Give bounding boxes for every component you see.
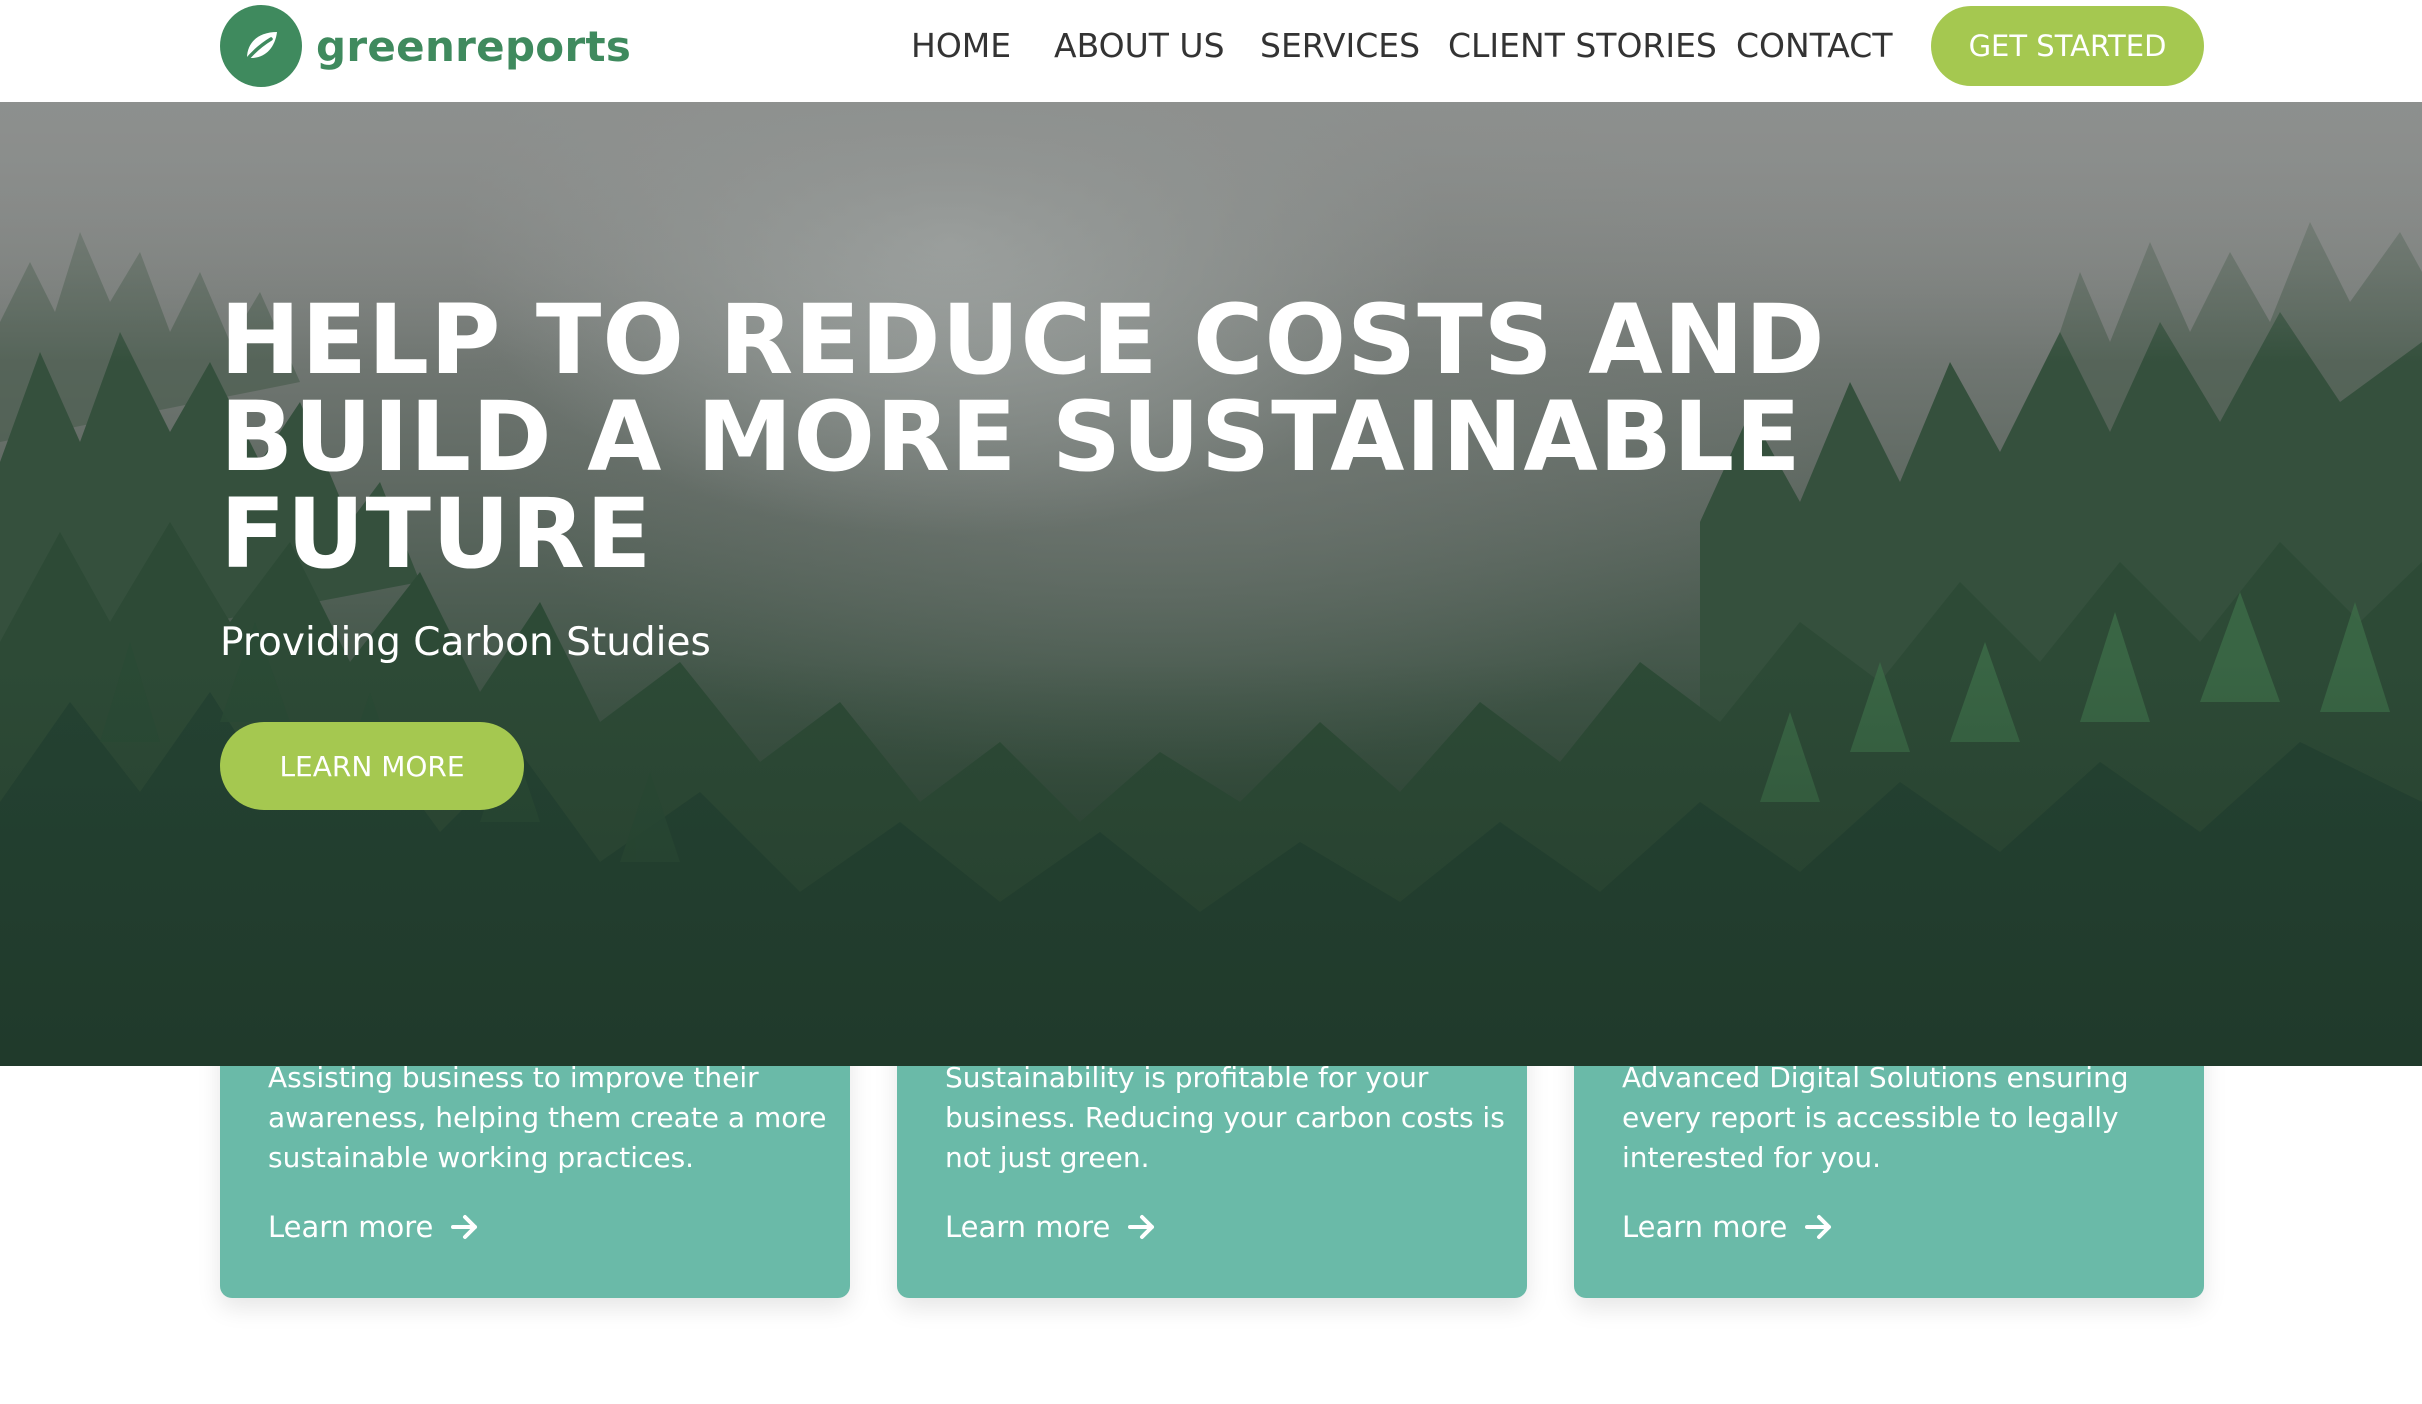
feature-card-text: Sustainability is profitable for your bu… bbox=[945, 1058, 1505, 1178]
nav-client-stories[interactable]: CLIENT STORIES bbox=[1448, 22, 1717, 70]
arrow-right-icon bbox=[451, 1214, 479, 1240]
nav-about-us[interactable]: ABOUT US bbox=[1054, 22, 1225, 70]
get-started-button[interactable]: GET STARTED bbox=[1931, 6, 2204, 86]
site-header: greenreports HOME ABOUT US SERVICES CLIE… bbox=[0, 0, 2422, 102]
feature-card-line: awareness, helping them create a more bbox=[268, 1101, 827, 1134]
learn-more-button[interactable]: LEARN MORE bbox=[220, 722, 524, 810]
hero-title: HELP TO REDUCE COSTS AND BUILD A MORE SU… bbox=[220, 284, 1826, 590]
feature-card-text: Assisting business to improve their awar… bbox=[268, 1058, 828, 1178]
hero-title-line: FUTURE bbox=[220, 478, 653, 590]
nav-contact[interactable]: CONTACT bbox=[1736, 22, 1893, 70]
feature-card-line: business. Reducing your carbon costs is bbox=[945, 1101, 1505, 1134]
feature-card-line: not just green. bbox=[945, 1141, 1150, 1174]
feature-card-line: interested for you. bbox=[1622, 1141, 1882, 1174]
nav-services[interactable]: SERVICES bbox=[1260, 22, 1420, 70]
feature-card-text: Advanced Digital Solutions ensuring ever… bbox=[1622, 1058, 2182, 1178]
learn-more-link-label: Learn more bbox=[1622, 1210, 1788, 1244]
arrow-right-icon bbox=[1805, 1214, 1833, 1240]
learn-more-link-label: Learn more bbox=[945, 1210, 1111, 1244]
hero-section: HELP TO REDUCE COSTS AND BUILD A MORE SU… bbox=[0, 102, 2422, 1066]
hero-subtitle: Providing Carbon Studies bbox=[220, 620, 711, 665]
hero-title-line: HELP TO REDUCE COSTS AND bbox=[220, 284, 1826, 396]
learn-more-link-label: Learn more bbox=[268, 1210, 434, 1244]
hero-title-line: BUILD A MORE SUSTAINABLE bbox=[220, 381, 1802, 493]
leaf-icon bbox=[220, 5, 302, 87]
logo[interactable]: greenreports bbox=[220, 5, 631, 87]
feature-card-line: every report is accessible to legally bbox=[1622, 1101, 2119, 1134]
arrow-right-icon bbox=[1128, 1214, 1156, 1240]
feature-card-line: sustainable working practices. bbox=[268, 1141, 695, 1174]
nav-home[interactable]: HOME bbox=[911, 22, 1011, 70]
learn-more-link[interactable]: Learn more bbox=[268, 1207, 479, 1247]
learn-more-link[interactable]: Learn more bbox=[945, 1207, 1156, 1247]
learn-more-link[interactable]: Learn more bbox=[1622, 1207, 1833, 1247]
logo-text: greenreports bbox=[316, 21, 632, 71]
